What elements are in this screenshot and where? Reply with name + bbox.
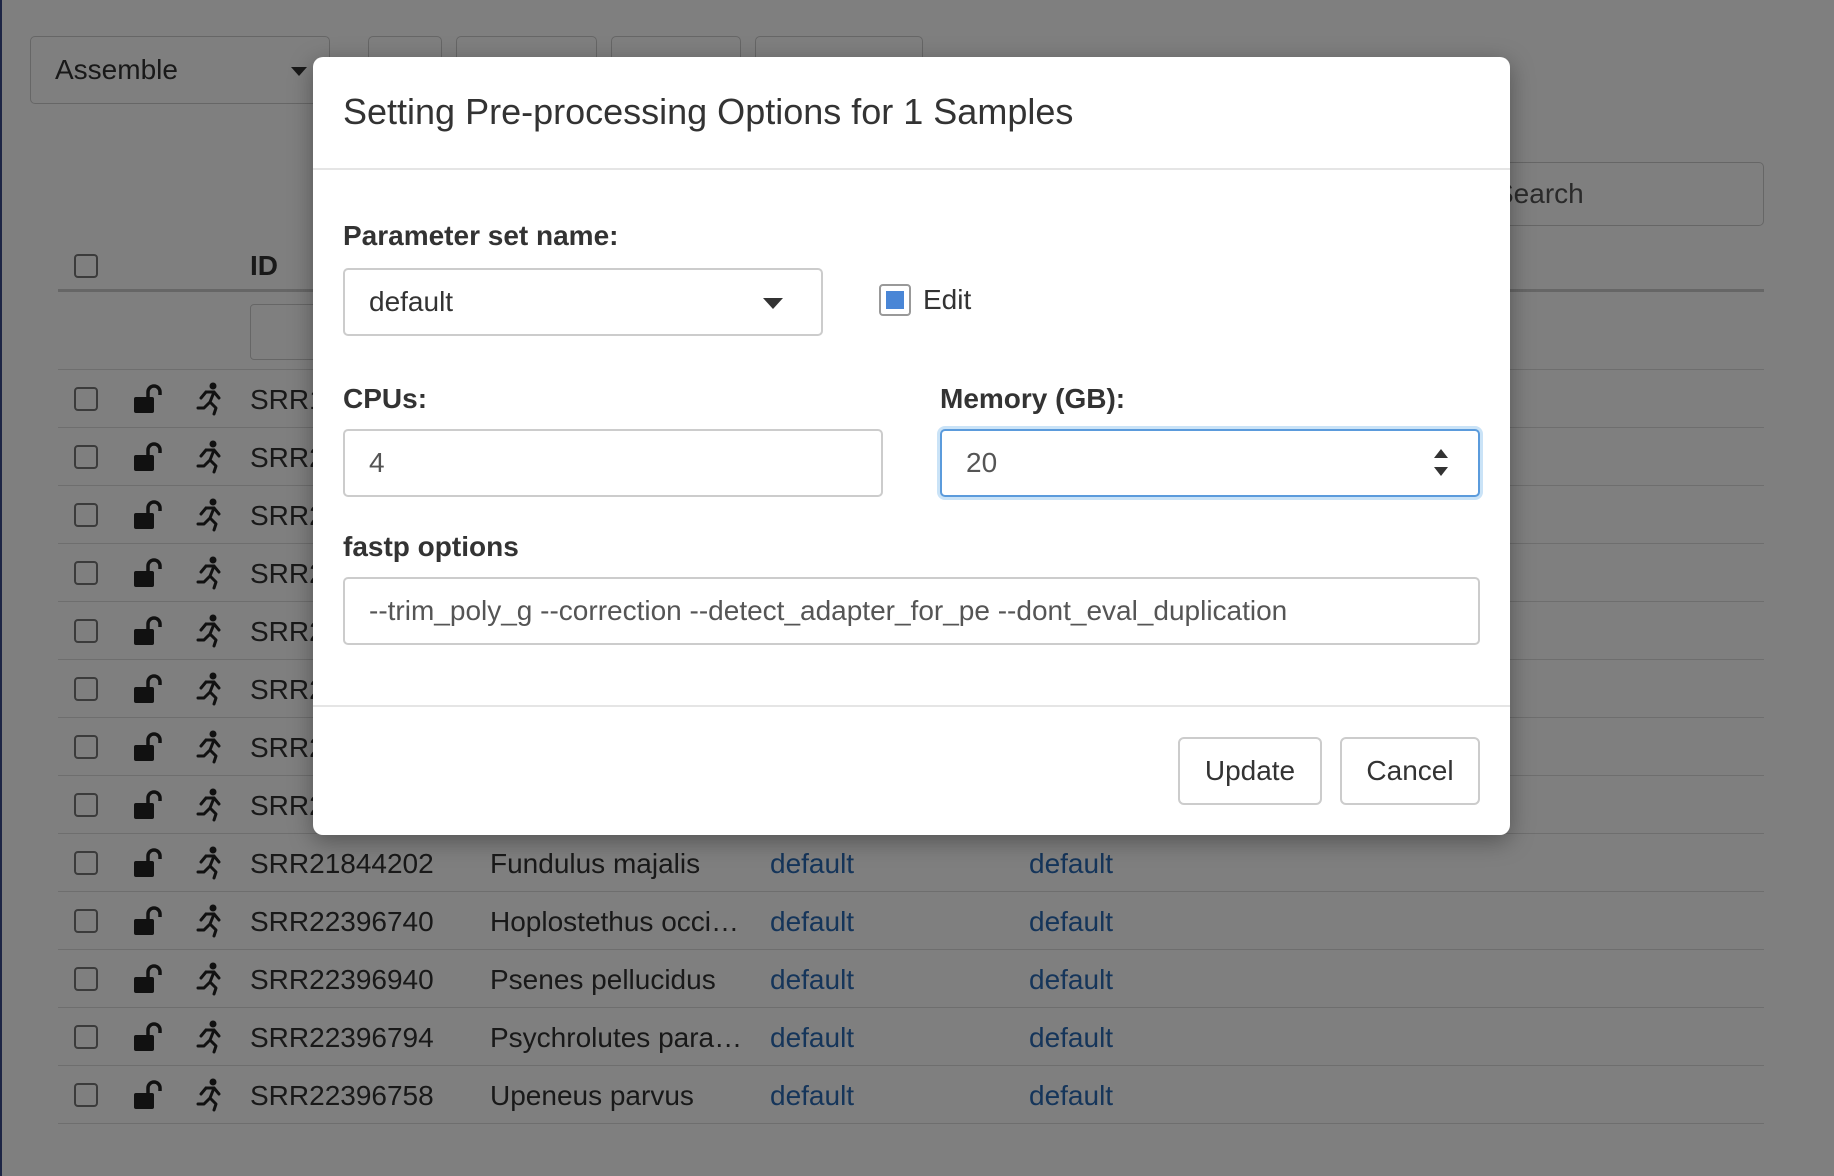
- edit-checkbox[interactable]: [879, 284, 911, 316]
- number-spinner[interactable]: [1428, 447, 1456, 481]
- param-set-label: Parameter set name:: [343, 220, 619, 251]
- memory-input[interactable]: 20: [940, 429, 1480, 497]
- memory-value: 20: [966, 447, 998, 478]
- spin-up-icon[interactable]: [1434, 449, 1448, 458]
- spin-down-icon[interactable]: [1434, 467, 1448, 476]
- update-button[interactable]: Update: [1178, 737, 1322, 805]
- param-set-value: default: [369, 286, 454, 317]
- edit-label: Edit: [923, 284, 972, 315]
- cpus-label: CPUs:: [343, 383, 428, 414]
- fastp-options-input[interactable]: --trim_poly_g --correction --detect_adap…: [343, 577, 1480, 645]
- fastp-label: fastp options: [343, 531, 519, 562]
- chevron-down-icon: [763, 298, 783, 309]
- memory-label: Memory (GB):: [940, 383, 1126, 414]
- cancel-button[interactable]: Cancel: [1340, 737, 1480, 805]
- modal-header: Setting Pre-processing Options for 1 Sam…: [313, 57, 1510, 170]
- param-set-select[interactable]: default: [343, 268, 823, 336]
- cpus-input[interactable]: 4: [343, 429, 883, 497]
- edit-toggle[interactable]: Edit: [879, 280, 971, 320]
- modal-title: Setting Pre-processing Options for 1 Sam…: [343, 91, 1074, 132]
- checkbox-fill: [886, 291, 904, 309]
- modal-body: Parameter set name: default Edit CPUs: 4…: [313, 170, 1510, 705]
- modal-footer: Update Cancel: [313, 705, 1510, 835]
- preprocessing-options-dialog: Setting Pre-processing Options for 1 Sam…: [313, 57, 1510, 835]
